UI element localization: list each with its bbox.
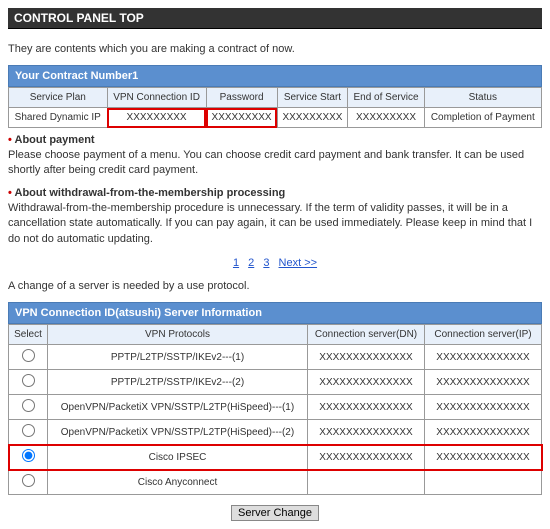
table-row: Shared Dynamic IP XXXXXXXXX XXXXXXXXX XX… bbox=[9, 108, 542, 128]
page-2-link[interactable]: 2 bbox=[248, 257, 254, 269]
cell-protocol: OpenVPN/PacketiX VPN/SSTP/L2TP(HiSpeed)-… bbox=[48, 420, 308, 445]
col-protocols: VPN Protocols bbox=[48, 325, 308, 345]
cell-protocol: OpenVPN/PacketiX VPN/SSTP/L2TP(HiSpeed)-… bbox=[48, 395, 308, 420]
protocol-note: A change of a server is needed by a use … bbox=[8, 279, 542, 294]
select-radio[interactable] bbox=[22, 374, 35, 387]
col-select: Select bbox=[9, 325, 48, 345]
contract-header: Your Contract Number1 bbox=[8, 65, 542, 87]
cell-dn: XXXXXXXXXXXXXX bbox=[308, 395, 425, 420]
cell-ip: XXXXXXXXXXXXXX bbox=[425, 420, 542, 445]
cell-protocol: Cisco IPSEC bbox=[48, 445, 308, 470]
cell-vpn: XXXXXXXXX bbox=[107, 108, 206, 128]
about-withdrawal-head: • About withdrawal-from-the-membership p… bbox=[8, 187, 542, 199]
col-pw: Password bbox=[206, 88, 277, 108]
cell-dn bbox=[308, 470, 425, 495]
page-1-link[interactable]: 1 bbox=[233, 257, 239, 269]
cell-dn: XXXXXXXXXXXXXX bbox=[308, 445, 425, 470]
cell-ip: XXXXXXXXXXXXXX bbox=[425, 345, 542, 370]
cell-start: XXXXXXXXX bbox=[277, 108, 348, 128]
contract-table: Service Plan VPN Connection ID Password … bbox=[8, 87, 542, 128]
server-header: VPN Connection ID(atsushi) Server Inform… bbox=[8, 302, 542, 324]
cell-dn: XXXXXXXXXXXXXX bbox=[308, 370, 425, 395]
select-radio[interactable] bbox=[22, 474, 35, 487]
cell-pw: XXXXXXXXX bbox=[206, 108, 277, 128]
server-table: Select VPN Protocols Connection server(D… bbox=[8, 324, 542, 495]
table-row: Cisco Anyconnect bbox=[9, 470, 542, 495]
about-payment-body: Please choose payment of a menu. You can… bbox=[8, 148, 542, 179]
server-change-button[interactable]: Server Change bbox=[231, 505, 319, 521]
table-row: PPTP/L2TP/SSTP/IKEv2---(1)XXXXXXXXXXXXXX… bbox=[9, 345, 542, 370]
select-radio[interactable] bbox=[22, 449, 35, 462]
select-radio[interactable] bbox=[22, 399, 35, 412]
select-radio[interactable] bbox=[22, 424, 35, 437]
col-status: Status bbox=[424, 88, 541, 108]
bullet-icon: • bbox=[8, 134, 12, 146]
cell-ip bbox=[425, 470, 542, 495]
pagination: 1 2 3 Next >> bbox=[8, 257, 542, 269]
select-radio[interactable] bbox=[22, 349, 35, 362]
table-row: OpenVPN/PacketiX VPN/SSTP/L2TP(HiSpeed)-… bbox=[9, 420, 542, 445]
table-row: OpenVPN/PacketiX VPN/SSTP/L2TP(HiSpeed)-… bbox=[9, 395, 542, 420]
cell-dn: XXXXXXXXXXXXXX bbox=[308, 420, 425, 445]
about-withdrawal-body: Withdrawal-from-the-membership procedure… bbox=[8, 201, 542, 247]
table-row: Cisco IPSECXXXXXXXXXXXXXXXXXXXXXXXXXXXX bbox=[9, 445, 542, 470]
cell-plan: Shared Dynamic IP bbox=[9, 108, 108, 128]
about-payment-head: • About payment bbox=[8, 134, 542, 146]
cell-protocol: Cisco Anyconnect bbox=[48, 470, 308, 495]
page-3-link[interactable]: 3 bbox=[263, 257, 269, 269]
cell-status: Completion of Payment bbox=[424, 108, 541, 128]
col-dn: Connection server(DN) bbox=[308, 325, 425, 345]
cell-ip: XXXXXXXXXXXXXX bbox=[425, 445, 542, 470]
col-vpn: VPN Connection ID bbox=[107, 88, 206, 108]
cell-ip: XXXXXXXXXXXXXX bbox=[425, 395, 542, 420]
page-title-bar: CONTROL PANEL TOP bbox=[8, 8, 542, 29]
intro-text: They are contents which you are making a… bbox=[8, 43, 542, 55]
page-next-link[interactable]: Next >> bbox=[279, 257, 318, 269]
cell-protocol: PPTP/L2TP/SSTP/IKEv2---(2) bbox=[48, 370, 308, 395]
col-end: End of Service bbox=[348, 88, 424, 108]
col-start: Service Start bbox=[277, 88, 348, 108]
table-row: PPTP/L2TP/SSTP/IKEv2---(2)XXXXXXXXXXXXXX… bbox=[9, 370, 542, 395]
cell-ip: XXXXXXXXXXXXXX bbox=[425, 370, 542, 395]
cell-end: XXXXXXXXX bbox=[348, 108, 424, 128]
cell-dn: XXXXXXXXXXXXXX bbox=[308, 345, 425, 370]
bullet-icon: • bbox=[8, 187, 12, 199]
col-ip: Connection server(IP) bbox=[425, 325, 542, 345]
page-title: CONTROL PANEL TOP bbox=[14, 11, 144, 25]
cell-protocol: PPTP/L2TP/SSTP/IKEv2---(1) bbox=[48, 345, 308, 370]
col-plan: Service Plan bbox=[9, 88, 108, 108]
